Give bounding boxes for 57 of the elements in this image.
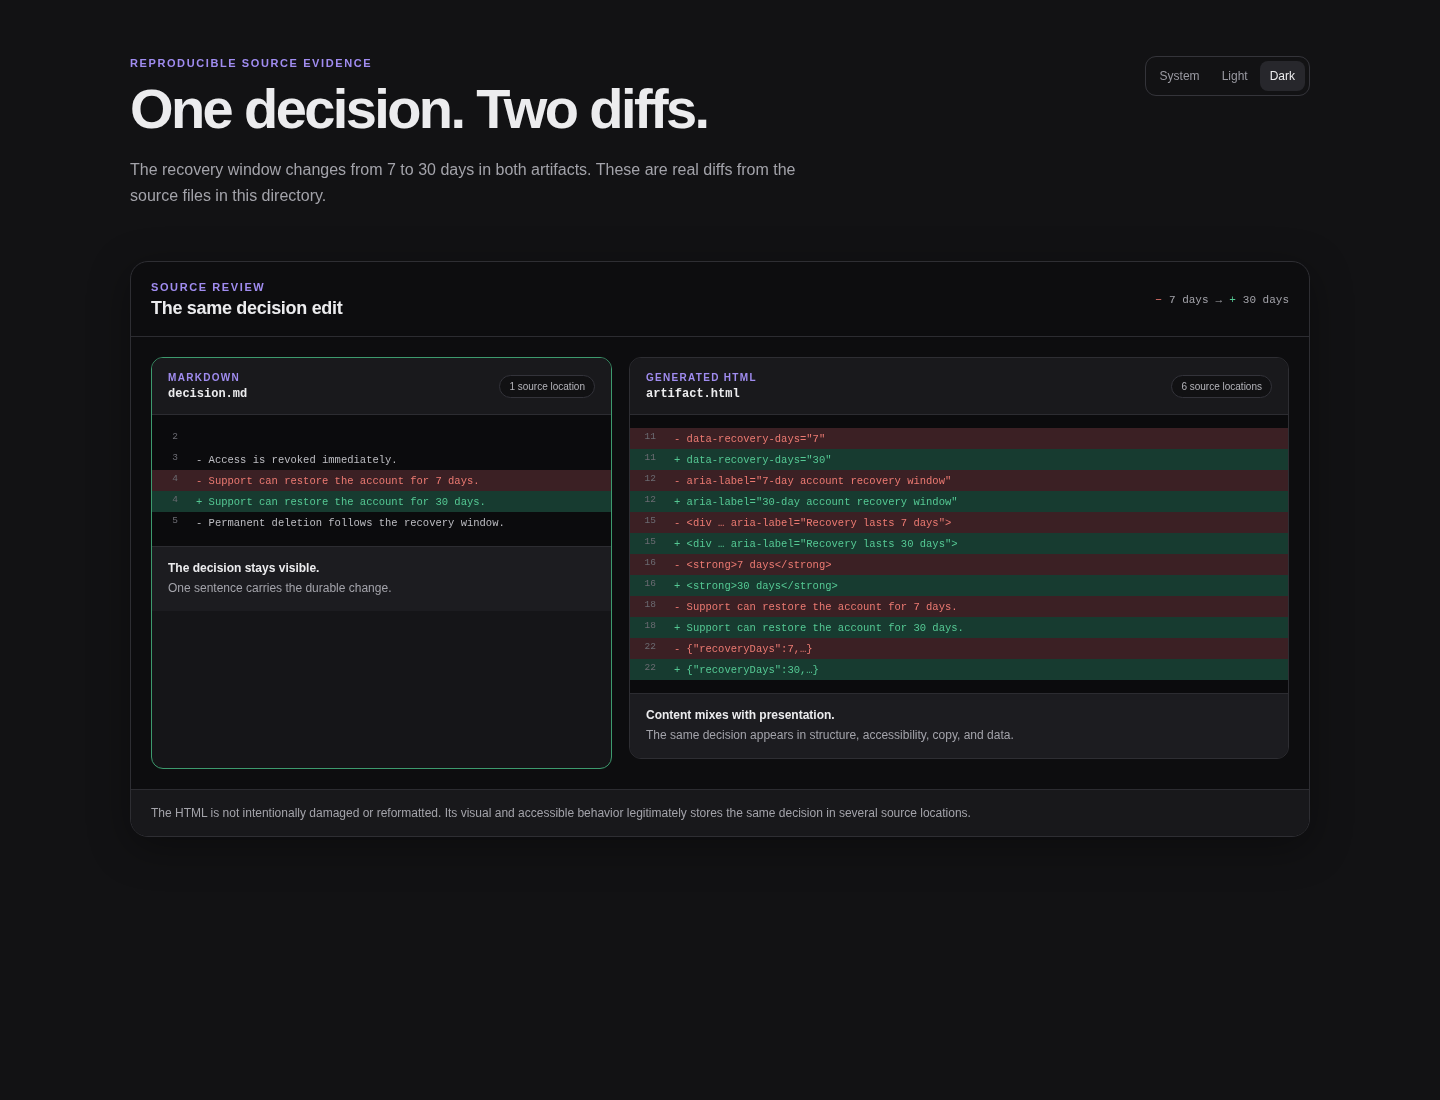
file-name: artifact.html bbox=[646, 387, 741, 401]
location-count-badge: 1 source location bbox=[499, 375, 595, 398]
line-number: 5 bbox=[171, 514, 178, 526]
code-text: - Support can restore the account for 7 days. bbox=[674, 600, 958, 613]
code-text: - Support can restore the account for 7 days. bbox=[196, 474, 480, 487]
code-text: + Support can restore the account for 30 days. bbox=[196, 495, 486, 508]
code-text: + aria-label="30-day account recovery window" bbox=[674, 495, 958, 508]
line-number: 16 bbox=[643, 577, 656, 589]
page-subtitle: The recovery window changes from 7 to 30 days in both artifacts. These are real diffs from the source files in this directory. bbox=[130, 160, 797, 206]
code-text: - Access is revoked immediately. bbox=[196, 453, 398, 466]
note-text: One sentence carries the durable change. bbox=[168, 581, 393, 595]
code-text: - {"recoveryDays":7,…} bbox=[674, 642, 813, 655]
page-title: One decision. Two diffs. bbox=[130, 79, 708, 139]
eyebrow: REPRODUCIBLE SOURCE EVIDENCE bbox=[130, 57, 374, 69]
minus-sign: − bbox=[1155, 294, 1162, 306]
line-number: 18 bbox=[643, 598, 656, 610]
card-title: The same decision edit bbox=[151, 298, 343, 319]
line-number: 2 bbox=[171, 430, 178, 442]
file-type-label: MARKDOWN bbox=[168, 372, 242, 383]
arrow-sign: → bbox=[1215, 294, 1223, 306]
note-title: The decision stays visible. bbox=[168, 561, 321, 575]
theme-option[interactable]: Light bbox=[1211, 61, 1258, 91]
code-text: + {"recoveryDays":30,…} bbox=[674, 663, 819, 676]
removed-value: 7 days bbox=[1168, 294, 1209, 306]
line-number: 22 bbox=[643, 661, 656, 673]
code-text: - aria-label="7-day account recovery window" bbox=[674, 474, 952, 487]
location-count-badge: 6 source locations bbox=[1171, 375, 1272, 398]
code-text: + Support can restore the account for 30 days. bbox=[674, 621, 964, 634]
code-text: + <div … aria-label="Recovery lasts 30 days"> bbox=[674, 537, 958, 550]
theme-option[interactable]: System bbox=[1149, 61, 1210, 91]
code-text: - <strong>7 days</strong> bbox=[674, 558, 832, 571]
code-text: - <div … aria-label="Recovery lasts 7 days"> bbox=[674, 516, 952, 529]
code-text: + <strong>30 days</strong> bbox=[674, 579, 838, 592]
line-number: 11 bbox=[643, 430, 656, 442]
theme-option[interactable]: Dark bbox=[1259, 61, 1305, 91]
plus-sign: + bbox=[1229, 294, 1236, 306]
card-footer: The HTML is not intentionally damaged or reformatted. Its visual and accessible behavior legitimately stores the same decision in several source locations. bbox=[131, 789, 1309, 836]
code-text: - Permanent deletion follows the recovery window. bbox=[196, 516, 505, 529]
note-text: The same decision appears in structure, accessibility, copy, and data. bbox=[646, 728, 1015, 742]
line-number: 4 bbox=[171, 472, 178, 484]
line-number: 12 bbox=[643, 472, 656, 484]
line-number: 18 bbox=[643, 619, 656, 631]
line-number: 22 bbox=[643, 640, 656, 652]
line-number: 15 bbox=[643, 514, 656, 526]
note-title: Content mixes with presentation. bbox=[646, 708, 836, 722]
added-value: 30 days bbox=[1242, 294, 1289, 306]
file-name: decision.md bbox=[168, 387, 248, 401]
line-number: 11 bbox=[643, 451, 656, 463]
code-text: - data-recovery-days="7" bbox=[674, 432, 826, 445]
section-label: SOURCE REVIEW bbox=[151, 281, 267, 293]
line-number: 3 bbox=[171, 451, 178, 463]
line-number: 15 bbox=[643, 535, 656, 547]
file-type-label: GENERATED HTML bbox=[646, 372, 757, 383]
line-number: 4 bbox=[171, 493, 178, 505]
code-text: + data-recovery-days="30" bbox=[674, 453, 832, 466]
line-number: 12 bbox=[643, 493, 656, 505]
line-number: 16 bbox=[643, 556, 656, 568]
